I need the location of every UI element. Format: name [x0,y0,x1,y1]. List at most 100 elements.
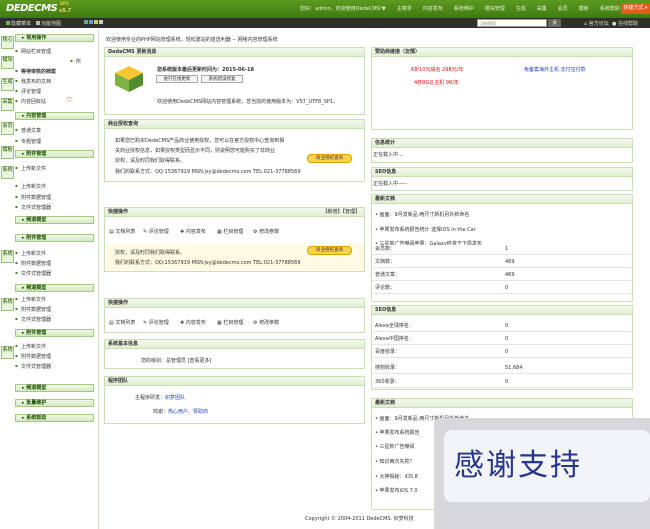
sidebar-group-title[interactable]: ▸ 频道模型 [15,284,94,292]
news-item[interactable]: • 三星新广告嘲讽 [375,443,415,450]
logo: DEDECMS [6,3,58,14]
quick-op[interactable]: ✚ 内容发布 [180,319,206,326]
news-item[interactable]: • 苹果发布系统报告 [375,429,420,436]
tab-module[interactable]: 模块 [1,56,14,69]
welcome-user[interactable]: 您好：admin，欢迎使用DedeCMS!▼ [300,5,386,12]
panel-title: 系统基本信息 [105,340,364,349]
online-help-link[interactable]: ● 在线帮助 [612,20,638,27]
hide-menu-button[interactable]: 隐藏菜单 [6,20,31,27]
sidebar-item[interactable]: 附件数据管理 [15,306,51,313]
quick-op[interactable]: ✚ 内容发布 [180,228,206,235]
sidebar-group-title[interactable]: ▸ 系统帮助 [15,414,94,422]
nav-template[interactable]: 模板 [579,5,589,12]
sidebar-item[interactable]: 专题管理 [15,138,41,145]
sidebar-group-title[interactable]: ▸ 常用操作 [15,34,94,42]
sidebar-item[interactable]: 网站栏目管理 [15,48,51,55]
official-forum-link[interactable]: ⌂ 官方论坛 [584,20,609,27]
quick-op[interactable]: ▦ 栏目管理 [217,319,243,326]
panel-title: 赞助商链接（友情） [372,48,632,57]
swatch-icon[interactable] [89,20,93,24]
sidebar-item[interactable]: 文件式管理器 [15,316,51,323]
news-item[interactable]: • 知识两次失败？ [375,458,415,465]
sidebar-item[interactable]: 附件数据管理 [15,260,51,267]
quick-op[interactable]: ▤ 文档列表 [109,228,135,235]
tab-template[interactable]: 模板 [1,146,14,159]
nav-modules[interactable]: 模块管理 [485,5,505,12]
quick-op[interactable]: ▦ 栏目管理 [217,228,243,235]
sponsor-link[interactable]: 4核8G云主机 98/年 [414,79,459,86]
license-query-button[interactable]: 商业授权查询 [307,154,352,163]
sidebar-group-title[interactable]: ▸ 内容管理 [15,112,94,120]
license-panel: 商业授权查询 如果您已购买DedeCMS产品商业使用授权，您可以在官方授权中心查… [104,119,365,182]
sponsor-link[interactable]: 6折10元域名 298元/年 [411,66,463,73]
tab-system-4[interactable]: 系统 [1,346,14,359]
nav-publish[interactable]: 内容发布 [423,5,443,12]
news-item[interactable]: • 大神揭秘：iOS 8 [375,473,418,480]
sidebar-item[interactable]: 我发布的文档 [15,78,51,85]
quick-op[interactable]: ⚙ 修改参数 [253,319,279,326]
tab-system-2[interactable]: 系统 [1,250,14,263]
sponsor-link[interactable]: 免备案海外主机 支付宝付款 [524,66,586,73]
nav-system[interactable]: 系统维护 [454,5,474,12]
nav-help[interactable]: 系统帮助 [600,5,620,12]
panel-title: 信息统计 [372,139,632,148]
tab-system-3[interactable]: 系统 [1,298,14,311]
nav-main[interactable]: 主菜单 [397,5,412,12]
sidebar-item[interactable]: 文件式管理器 [15,204,51,211]
swatch-icon[interactable] [84,20,88,24]
sidebar-item[interactable]: 评论管理 [15,88,41,95]
swatch-icon[interactable] [94,20,98,24]
nav-collect[interactable]: 采集 [537,5,547,12]
search-button[interactable]: 搜 [548,19,561,27]
stat-row: 文档数： 469 [372,256,632,268]
sidebar-group-title[interactable]: ▸ 附件管理 [15,329,94,337]
sub-bar: 隐藏菜单 功能地图 功能搜索 搜 ⌂ 官方论坛 ● 在线帮助 [0,18,650,28]
sidebar-item[interactable]: 普通文章 [15,127,41,134]
quick-op[interactable]: ✎ 评论管理 [143,228,169,235]
sidebar-item[interactable]: 上传新文件 [15,343,46,350]
sidebar-item[interactable]: 上传新文件 [15,250,46,257]
function-map-button[interactable]: 功能地图 [36,20,61,27]
tab-collect[interactable]: 采集 [1,98,14,111]
sidebar-group-title[interactable]: ▸ 批量维护 [15,399,94,407]
seo-info-panel: SEO信息 Alexa全球排名： 0 Alexa中国排名： 0 百度收录： 0 搜狗收… [371,305,633,390]
nav-generate[interactable]: 生成 [516,5,526,12]
online-update-button[interactable]: 进行在线更新 [156,75,198,83]
sidebar-group-title[interactable]: ▸ 附件管理 [15,234,94,242]
sidebar-item[interactable]: 文件式管理器 [15,363,51,370]
sidebar-item[interactable]: 上传新文件 [15,296,46,303]
tab-system[interactable]: 系统 [1,166,14,179]
news-item[interactable]: • 画面：9月发新品 两尺寸新机另外新命名 [375,211,469,218]
tab-generate[interactable]: 生成 [1,78,14,91]
add-manage-links[interactable]: 【新增】【管理】 [322,208,360,217]
sidebar-group-title[interactable]: ▸ 频道模型 [15,384,94,392]
quick-op[interactable]: ✎ 评论管理 [143,319,169,326]
sidebar-item[interactable]: 文件式管理器 [15,270,51,277]
search-input[interactable]: 功能搜索 [477,19,547,27]
sidebar-item[interactable]: 上传新文件 [15,165,46,172]
divider [98,30,99,529]
tab-core[interactable]: 核心 [1,36,14,49]
quick-op[interactable]: ▤ 文档列表 [109,319,135,326]
thanks: 鸣谢：热心用户、赞助商 [153,409,209,415]
panel-title: 程序团队 [105,377,364,386]
sidebar-group-title[interactable]: ▸ 附件管理 [15,150,94,158]
quick-op[interactable]: ⚙ 修改参数 [253,228,279,235]
sidebar-item[interactable]: 所 [70,58,81,65]
sidebar-item[interactable]: 内容回收站 [15,98,46,105]
sidebar-item[interactable]: 附件数据管理 [15,353,51,360]
news-item[interactable]: • 苹果发布iOS 7.0 [375,487,418,494]
quick-menu-button[interactable]: 快捷方式 ▾ [621,3,650,14]
sidebar-item[interactable]: 附件数据管理 [15,194,51,201]
error-fix-button[interactable]: 系统错误修复 [201,75,243,83]
nav-member[interactable]: 会员 [558,5,568,12]
sidebar-item[interactable]: 上传新文件 [15,183,46,190]
color-swatches[interactable] [84,20,104,26]
sidebar-item[interactable]: 等待审核的档案 [15,68,56,75]
sidebar-group-title[interactable]: ▸ 频道模型 [15,216,94,224]
tab-member[interactable]: 会员 [1,122,14,135]
panel-title: SEO信息 [372,168,632,177]
swatch-icon[interactable] [99,20,103,24]
license-query-button[interactable]: 商业授权查询 [307,246,352,255]
news-item[interactable]: • 苹果发布系统报告统计 选择iOS in the Car [375,226,476,233]
